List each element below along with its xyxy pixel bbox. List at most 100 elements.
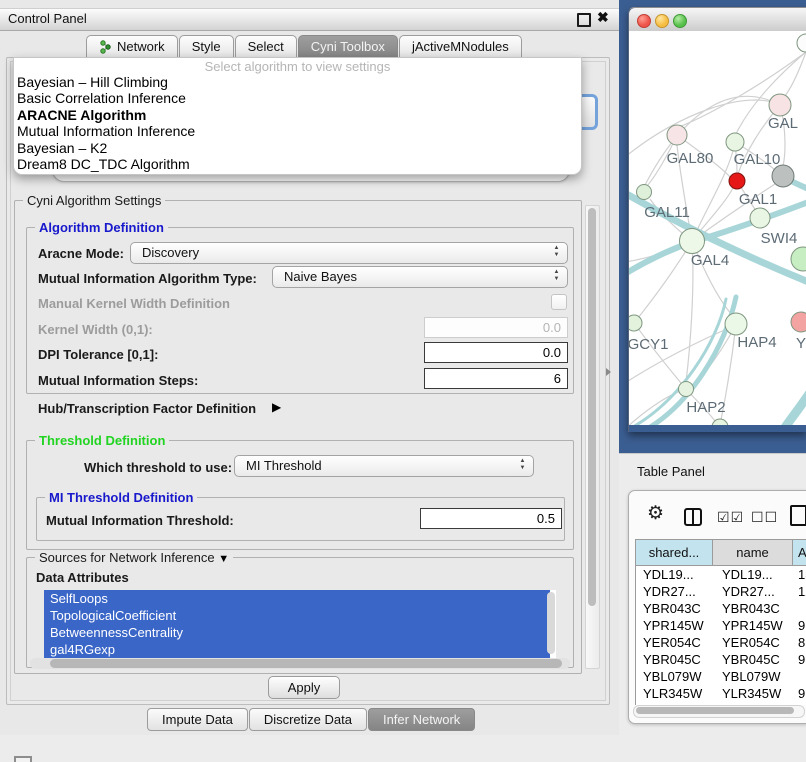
kernel-width-field[interactable]: 0.0 <box>424 317 568 338</box>
tab-select[interactable]: Select <box>235 35 297 58</box>
document-icon[interactable] <box>790 505 806 526</box>
table-hscrollbar[interactable] <box>633 705 805 718</box>
table-cell[interactable]: YBR045C <box>636 651 713 668</box>
table-row[interactable]: YDR27...YDR27...12 <box>636 583 806 600</box>
network-node-gal1[interactable] <box>750 208 770 228</box>
network-node-y[interactable] <box>791 312 806 332</box>
tab-impute-data[interactable]: Impute Data <box>147 708 248 731</box>
mi-algorithm-type-select[interactable]: Naive Bayes ▲▼ <box>272 266 568 288</box>
network-node-hap4[interactable] <box>725 313 747 335</box>
attribute-item-selfloops[interactable]: SelfLoops <box>44 590 550 607</box>
table-row[interactable]: YBL079WYBL079W <box>636 668 806 685</box>
table-cell[interactable]: YBR043C <box>713 600 793 617</box>
attribute-item-topologicalcoefficient[interactable]: TopologicalCoefficient <box>44 607 550 624</box>
table-cell[interactable]: YDR27... <box>713 583 793 600</box>
tab-network[interactable]: Network <box>86 35 178 58</box>
network-node-gal11[interactable] <box>637 185 652 200</box>
tab-jactivemnodules[interactable]: jActiveMNodules <box>399 35 522 58</box>
minimize-button[interactable] <box>655 14 669 28</box>
collapse-arrow-icon[interactable]: ▼ <box>218 553 229 565</box>
table-cell[interactable]: YBL079W <box>636 668 713 685</box>
table-row[interactable]: YPR145WYPR145W9. <box>636 617 806 634</box>
table-cell[interactable]: 9. <box>793 617 806 634</box>
apply-button[interactable]: Apply <box>268 676 340 699</box>
table-cell[interactable]: YBL079W <box>713 668 793 685</box>
which-threshold-select[interactable]: MI Threshold ▲▼ <box>234 455 534 477</box>
network-node-gcy1[interactable] <box>629 315 642 331</box>
table-cell[interactable]: 12 <box>793 583 806 600</box>
table-cell[interactable]: YBR043C <box>636 600 713 617</box>
tab-infer-network[interactable]: Infer Network <box>368 708 475 731</box>
table-row[interactable]: YBR045CYBR045C9. <box>636 651 806 668</box>
network-node-hap2[interactable] <box>679 382 694 397</box>
network-node[interactable] <box>772 165 794 187</box>
network-canvas[interactable]: GALGAL80GAL10GAL1GAL11GAL4SWI4GCY1HAP4YH… <box>629 31 806 425</box>
table-cell[interactable]: YPR145W <box>636 617 713 634</box>
table-cell[interactable]: 13 <box>793 566 806 583</box>
aracne-mode-select[interactable]: Discovery ▲▼ <box>130 242 568 264</box>
table-cell[interactable] <box>793 668 806 685</box>
select-all-icon[interactable]: ☑☑ <box>717 509 744 526</box>
zoom-button[interactable] <box>673 14 687 28</box>
network-window-titlebar[interactable] <box>629 8 806 32</box>
table-cell[interactable] <box>793 600 806 617</box>
splitter-handle-icon[interactable] <box>606 368 611 376</box>
window-grip[interactable] <box>14 756 32 762</box>
network-node[interactable] <box>729 173 745 189</box>
close-icon[interactable]: ✖ <box>597 9 609 26</box>
tab-discretize-data[interactable]: Discretize Data <box>249 708 367 731</box>
gear-icon[interactable]: ⚙ <box>647 504 664 523</box>
table-row[interactable]: YDL19...YDL19...13 <box>636 566 806 583</box>
table-cell[interactable]: YBR045C <box>713 651 793 668</box>
mi-threshold-field[interactable]: 0.5 <box>420 508 562 529</box>
algorithm-option-bayesian-hill-climbing[interactable]: Bayesian – Hill Climbing <box>14 74 581 90</box>
settings-scrollbar[interactable] <box>585 205 600 669</box>
close-button[interactable] <box>637 14 651 28</box>
data-attributes-list[interactable]: SelfLoopsTopologicalCoefficientBetweenne… <box>44 590 556 658</box>
algorithm-option-mutual-information-inference[interactable]: Mutual Information Inference <box>14 123 581 139</box>
column-header-name[interactable]: name <box>713 539 793 566</box>
table-cell[interactable]: 9. <box>793 685 806 702</box>
algorithm-option-basic-correlation-inference[interactable]: Basic Correlation Inference <box>14 90 581 106</box>
tab-style[interactable]: Style <box>179 35 234 58</box>
algorithm-option-bayesian-k2[interactable]: Bayesian – K2 <box>14 140 581 156</box>
network-node-gal4[interactable] <box>680 229 705 254</box>
network-node-swi4[interactable] <box>791 247 806 271</box>
table-row[interactable]: YER054CYER054C8. <box>636 634 806 651</box>
column-layout-icon[interactable] <box>684 508 702 526</box>
table-row[interactable]: YLR345WYLR345W9. <box>636 685 806 702</box>
manual-kernel-checkbox[interactable] <box>551 294 567 310</box>
table-cell[interactable]: YLR345W <box>713 685 793 702</box>
settings-hscrollbar-thumb[interactable] <box>50 659 562 668</box>
settings-scrollbar-thumb[interactable] <box>588 208 596 606</box>
algorithm-option-aracne-algorithm[interactable]: ARACNE Algorithm <box>14 107 581 123</box>
mi-steps-field[interactable]: 6 <box>424 368 568 389</box>
tab-cyni-toolbox[interactable]: Cyni Toolbox <box>298 35 398 58</box>
attributes-scrollbar-thumb[interactable] <box>547 592 555 654</box>
control-panel-titlebar[interactable] <box>0 8 620 31</box>
dpi-tolerance-field[interactable]: 0.0 <box>424 342 568 363</box>
table-hscrollbar-thumb[interactable] <box>636 707 794 714</box>
network-node[interactable] <box>797 34 806 52</box>
table-cell[interactable]: 9. <box>793 651 806 668</box>
column-header-shared-[interactable]: shared... <box>636 539 713 566</box>
table-cell[interactable]: YDR27... <box>636 583 713 600</box>
table-cell[interactable]: 8. <box>793 634 806 651</box>
table-cell[interactable]: YER054C <box>636 634 713 651</box>
table-cell[interactable]: YPR145W <box>713 617 793 634</box>
table-cell[interactable]: YDL19... <box>636 566 713 583</box>
attribute-item-betweennesscentrality[interactable]: BetweennessCentrality <box>44 624 550 641</box>
deselect-all-icon[interactable]: ☐☐ <box>751 509 778 526</box>
table-cell[interactable]: YER054C <box>713 634 793 651</box>
network-node-gal[interactable] <box>769 94 791 116</box>
table-row[interactable]: YBR043CYBR043C <box>636 600 806 617</box>
network-node-gal10[interactable] <box>726 133 744 151</box>
network-node-gal80[interactable] <box>667 125 687 145</box>
float-window-icon[interactable] <box>577 13 591 27</box>
attribute-item-gal4rgexp[interactable]: gal4RGexp <box>44 641 550 658</box>
algorithm-option-dream8-dc-tdc-algorithm[interactable]: Dream8 DC_TDC Algorithm <box>14 156 581 172</box>
column-header-a[interactable]: A <box>793 539 806 566</box>
expand-arrow-icon[interactable]: ▶ <box>272 400 281 414</box>
table-cell[interactable]: YDL19... <box>713 566 793 583</box>
table-cell[interactable]: YLR345W <box>636 685 713 702</box>
